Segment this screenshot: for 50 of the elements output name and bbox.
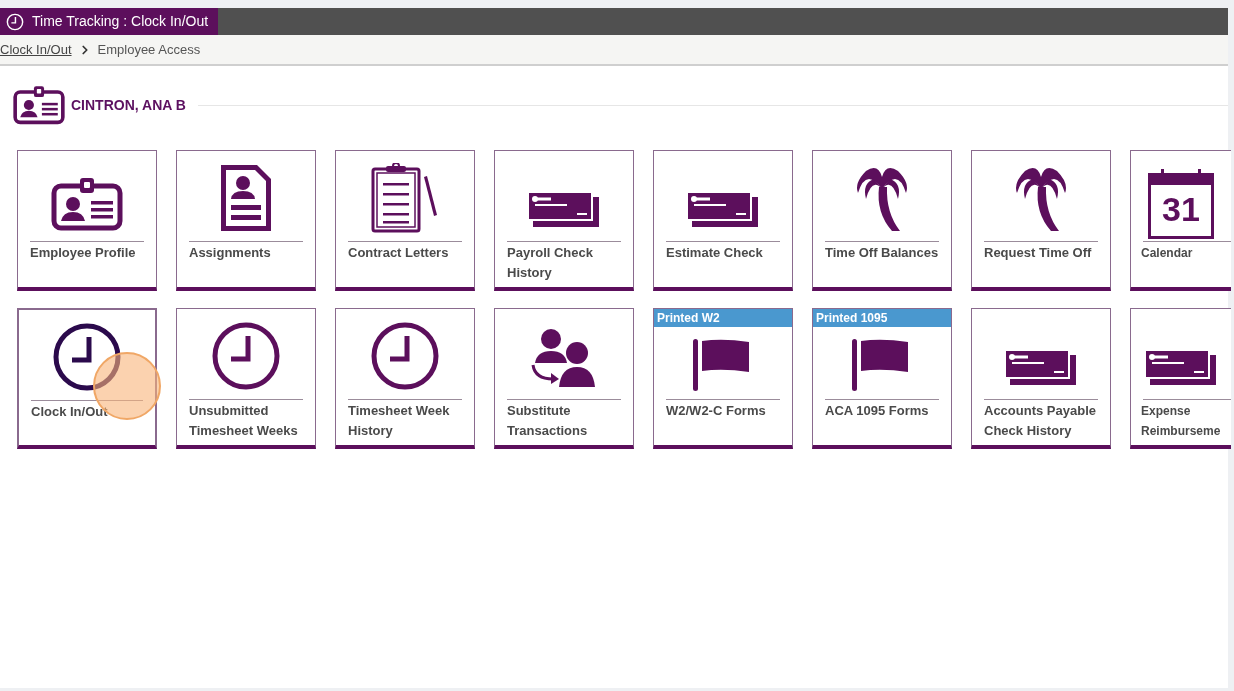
tile-button[interactable]: Unsubmitted Timesheet Weeks — [176, 308, 316, 449]
tile-label: Clock In/Out — [31, 403, 109, 421]
id-card-icon — [51, 177, 123, 231]
check-icon — [1006, 351, 1076, 385]
tile-label: Substitute Transactions — [507, 402, 589, 440]
tile-button[interactable]: Printed 1095 ACA 1095 Forms — [812, 308, 952, 449]
tile-label: Timesheet Week History — [348, 402, 451, 440]
tile-label: Assignments — [189, 244, 272, 262]
check-icon — [529, 193, 599, 227]
tile-button[interactable]: Contract Letters — [335, 150, 475, 291]
printed-badge: Printed W2 — [654, 309, 792, 327]
tile-button[interactable]: Payroll Check History — [494, 150, 634, 291]
tile-button[interactable]: Printed W2 W2/W2-C Forms — [653, 308, 793, 449]
tile-label: Unsubmitted Timesheet Weeks — [189, 402, 299, 440]
tile-button[interactable]: Clock In/Out — [17, 308, 157, 449]
tile-button[interactable]: Estimate Check — [653, 150, 793, 291]
tile-label: Employee Profile — [30, 244, 137, 262]
tile-label: Estimate Check — [666, 244, 764, 262]
printed-badge: Printed 1095 — [813, 309, 951, 327]
check-icon — [688, 193, 758, 227]
tile-label: Contract Letters — [348, 244, 450, 262]
tile-button[interactable]: Expense Reimburseme — [1130, 308, 1231, 449]
clipboard-icon — [370, 163, 440, 233]
tile-label: ACA 1095 Forms — [825, 402, 930, 420]
clock-icon — [52, 322, 122, 392]
tile-button[interactable]: Substitute Transactions — [494, 308, 634, 449]
tile-label: Request Time Off — [984, 244, 1093, 262]
tile-label: Time Off Balances — [825, 244, 939, 262]
clock-icon — [370, 321, 440, 391]
tile-label: Accounts Payable Check History — [984, 402, 1097, 440]
title-text: Time Tracking : Clock In/Out — [32, 12, 209, 31]
tile-button[interactable]: Accounts Payable Check History — [971, 308, 1111, 449]
tile-label: Payroll Check History — [507, 244, 594, 282]
tile-label: Expense Reimburseme — [1141, 403, 1222, 440]
tile-button[interactable]: Timesheet Week History — [335, 308, 475, 449]
tile-button[interactable]: Employee Profile — [17, 150, 157, 291]
tile-button[interactable]: Assignments — [176, 150, 316, 291]
clock-icon — [6, 12, 24, 31]
id-card-icon — [13, 84, 65, 126]
tile-label: W2/W2-C Forms — [666, 402, 767, 420]
check-icon — [1146, 351, 1216, 385]
tile-button[interactable]: 31 Calendar — [1130, 150, 1231, 291]
tile-button[interactable]: Request Time Off — [971, 150, 1111, 291]
tile-button[interactable]: Time Off Balances — [812, 150, 952, 291]
document-icon — [219, 163, 273, 233]
employee-name: CINTRON, ANA B — [71, 95, 186, 115]
tile-label: Calendar — [1141, 245, 1194, 262]
breadcrumb-current: Employee Access — [97, 40, 201, 59]
breadcrumb-link[interactable]: Clock In/Out — [0, 39, 72, 60]
clock-icon — [211, 321, 281, 391]
